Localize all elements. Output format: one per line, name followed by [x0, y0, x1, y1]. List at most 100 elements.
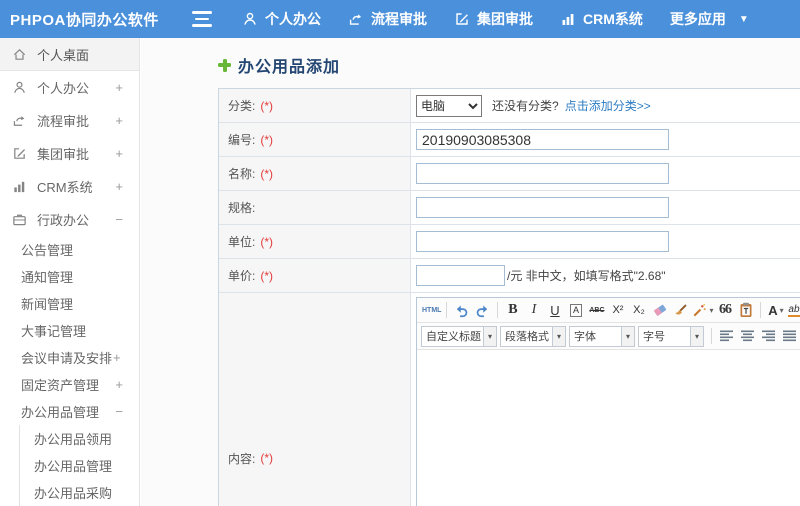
name-input[interactable] — [416, 163, 669, 184]
top-navbar: PHPOA协同办公软件 个人办公 流程审批 集团审批 CRM系统 更多应用 ▼ — [0, 0, 800, 38]
app-brand: PHPOA协同办公软件 — [10, 11, 159, 29]
edit-icon — [454, 11, 470, 27]
highlight-color-button[interactable]: ab ▾ — [787, 300, 800, 321]
sidebar-item-fixed-assets-mgmt[interactable]: 固定资产管理 + — [0, 371, 139, 398]
sidebar: 个人桌面 个人办公 + 流程审批 + 集团审批 + CRM系统 + 行政办公 − — [0, 38, 140, 506]
eraser-icon[interactable] — [650, 300, 669, 321]
expand-icon[interactable]: + — [115, 179, 123, 194]
hamburger-menu-icon[interactable] — [192, 11, 212, 27]
expand-icon[interactable]: + — [115, 80, 123, 95]
unit-input[interactable] — [416, 231, 669, 252]
nav-personal-office[interactable]: 个人办公 — [242, 9, 321, 29]
field-label-category: 分类: (*) — [219, 89, 411, 122]
form-row-code: 编号: (*) — [219, 123, 800, 157]
paragraph-format-select[interactable]: 段落格式 ▾ — [500, 325, 566, 347]
add-category-link[interactable]: 点击添加分类>> — [565, 97, 651, 114]
sidebar-item-events-mgmt[interactable]: 大事记管理 — [0, 317, 139, 344]
page-title: 办公用品添加 — [218, 51, 800, 79]
required-mark: (*) — [260, 268, 274, 283]
expand-icon[interactable]: + — [115, 113, 123, 128]
toolbar-separator — [446, 302, 448, 318]
undo-button[interactable] — [452, 300, 471, 321]
code-input[interactable] — [416, 129, 669, 150]
required-mark: (*) — [260, 132, 274, 147]
editor-toolbar-row2: 自定义标题 ▾ 段落格式 ▾ 字体 ▾ 字号 ▾ — [417, 323, 800, 350]
expand-icon[interactable]: + — [113, 350, 121, 365]
sidebar-item-crm-system[interactable]: CRM系统 + — [0, 170, 139, 203]
bold-button[interactable]: B — [503, 300, 522, 321]
heading-style-select[interactable]: 自定义标题 ▾ — [421, 325, 497, 347]
sidebar-item-workflow-approval[interactable]: 流程审批 + — [0, 104, 139, 137]
html-source-button[interactable]: HTML — [422, 300, 441, 321]
align-center-icon[interactable] — [738, 326, 757, 347]
chevron-down-icon: ▾ — [483, 326, 496, 346]
price-format-hint: /元 非中文，如填写格式"2.68" — [507, 269, 666, 283]
redo-button[interactable] — [473, 300, 492, 321]
main-content: 办公用品添加 分类: (*) 电脑 还没有分类? 点击添加分类>> 编号: (*… — [141, 38, 800, 506]
add-icon — [218, 58, 231, 72]
format-brush-icon[interactable] — [671, 300, 690, 321]
category-select[interactable]: 电脑 — [416, 94, 482, 117]
field-label-unit: 单位: (*) — [219, 225, 411, 258]
spec-input[interactable] — [416, 197, 669, 218]
superscript-button[interactable]: X² — [608, 300, 627, 321]
nav-crm-system[interactable]: CRM系统 — [560, 9, 643, 29]
required-mark: (*) — [260, 451, 274, 465]
strikethrough-button[interactable]: ABC — [587, 300, 606, 321]
sidebar-item-news-mgmt[interactable]: 新闻管理 — [0, 290, 139, 317]
edit-icon — [12, 146, 28, 161]
sidebar-item-notice-mgmt[interactable]: 通知管理 — [0, 263, 139, 290]
underline-button[interactable]: U — [545, 300, 564, 321]
required-mark: (*) — [260, 234, 274, 249]
sidebar-item-admin-office[interactable]: 行政办公 − — [0, 203, 139, 236]
font-color-button[interactable]: A ▾ — [766, 300, 785, 321]
editor-toolbar-row1: HTML B I U A ABC X² X₂ ▾ 66 A ▾ ab — [417, 298, 800, 323]
collapse-icon[interactable]: − — [115, 404, 123, 419]
chevron-down-icon: ▾ — [621, 326, 634, 346]
sidebar-item-personal-office[interactable]: 个人办公 + — [0, 71, 139, 104]
expand-icon[interactable]: + — [115, 146, 123, 161]
briefcase-icon — [12, 212, 28, 227]
sidebar-item-announcement-mgmt[interactable]: 公告管理 — [0, 236, 139, 263]
editor-content-area[interactable] — [417, 350, 800, 506]
page-title-text: 办公用品添加 — [238, 59, 341, 76]
field-label-name: 名称: (*) — [219, 157, 411, 190]
field-label-code: 编号: (*) — [219, 123, 411, 156]
sidebar-item-group-approval[interactable]: 集团审批 + — [0, 137, 139, 170]
align-justify-icon[interactable] — [780, 326, 799, 347]
nav-workflow-approval[interactable]: 流程审批 — [348, 9, 427, 29]
nav-group-approval[interactable]: 集团审批 — [454, 9, 533, 29]
user-icon — [12, 80, 28, 95]
top-navigation: 个人办公 流程审批 集团审批 CRM系统 更多应用 ▼ — [242, 9, 776, 29]
price-input[interactable] — [416, 265, 505, 286]
nav-more-apps[interactable]: 更多应用 ▼ — [670, 9, 749, 29]
font-size-select[interactable]: 字号 ▾ — [638, 325, 704, 347]
sidebar-item-office-supplies-mgmt[interactable]: 办公用品管理 − — [0, 398, 139, 425]
required-mark: (*) — [260, 166, 274, 181]
sidebar-item-supplies-purchase[interactable]: 办公用品采购 — [0, 479, 139, 506]
field-label-spec: 规格: — [219, 191, 411, 224]
form-row-content: 内容: (*) HTML B I U A ABC X² X₂ ▾ 66 A ▾ … — [219, 293, 800, 506]
home-icon — [12, 47, 28, 62]
form-row-spec: 规格: — [219, 191, 800, 225]
sidebar-item-supplies-manage[interactable]: 办公用品管理 — [0, 452, 139, 479]
chevron-down-icon: ▾ — [690, 326, 703, 346]
subscript-button[interactable]: X₂ — [629, 300, 648, 321]
collapse-icon[interactable]: − — [115, 212, 123, 227]
sidebar-item-supplies-claim[interactable]: 办公用品领用 — [0, 425, 139, 452]
char-border-button[interactable]: A — [566, 300, 585, 321]
align-left-icon[interactable] — [717, 326, 736, 347]
sidebar-item-personal-desktop[interactable]: 个人桌面 — [0, 38, 139, 71]
align-right-icon[interactable] — [759, 326, 778, 347]
font-family-select[interactable]: 字体 ▾ — [569, 325, 635, 347]
chevron-down-icon: ▾ — [709, 305, 714, 315]
form-row-category: 分类: (*) 电脑 还没有分类? 点击添加分类>> — [219, 89, 800, 123]
italic-button[interactable]: I — [524, 300, 543, 321]
blockquote-button[interactable]: 66 — [715, 300, 734, 321]
paste-text-icon[interactable] — [736, 300, 755, 321]
expand-icon[interactable]: + — [115, 377, 123, 392]
autotypeset-icon[interactable]: ▾ — [692, 300, 713, 321]
sidebar-item-meeting-request[interactable]: 会议申请及安排 + — [0, 344, 139, 371]
toolbar-separator — [711, 328, 712, 344]
user-icon — [242, 11, 258, 27]
